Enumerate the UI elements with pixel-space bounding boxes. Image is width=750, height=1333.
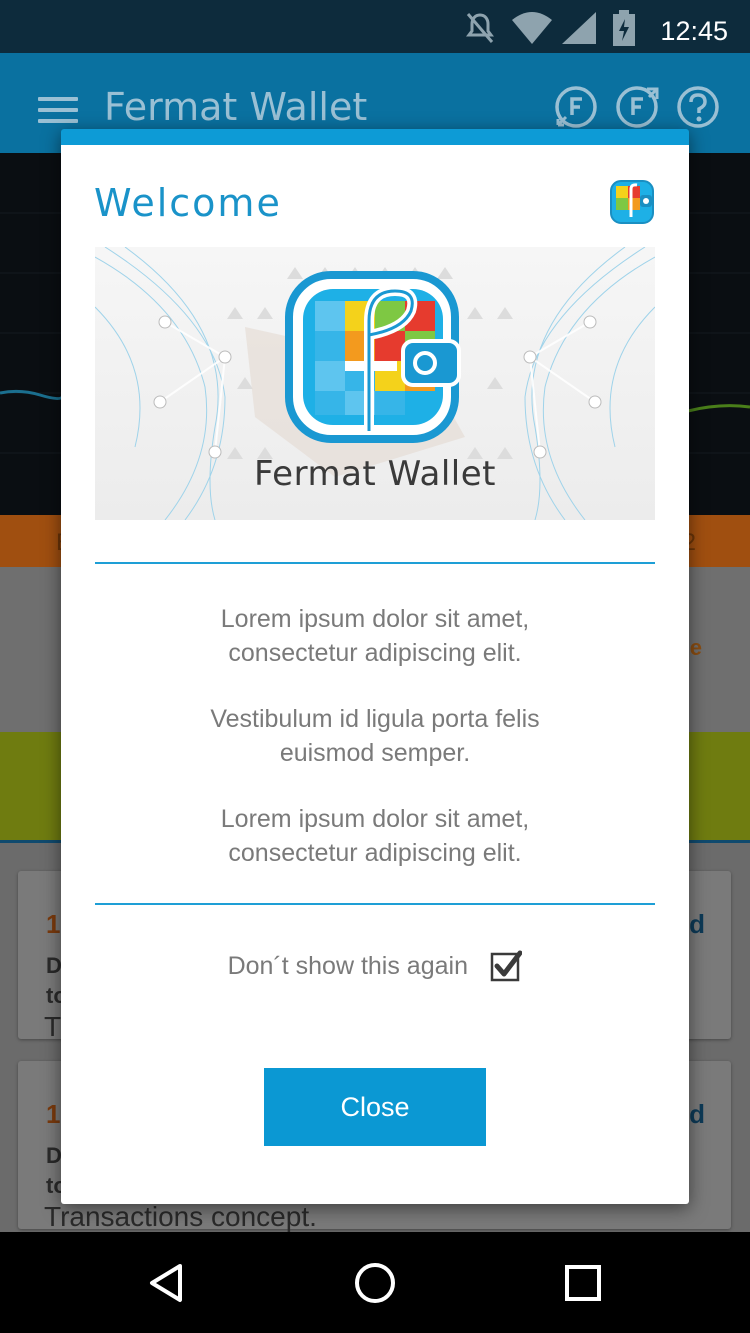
fermat-wallet-logo-icon: [610, 180, 654, 224]
close-button[interactable]: Close: [264, 1068, 486, 1146]
wifi-icon: [512, 12, 552, 44]
paragraph-line: Lorem ipsum dolor sit amet,: [220, 605, 530, 633]
paragraph-line: Lorem ipsum dolor sit amet,: [220, 805, 530, 833]
fermat-exchange-icon[interactable]: [615, 85, 659, 129]
welcome-paragraph-2: Vestibulum id ligula porta felis euismod…: [95, 702, 655, 770]
back-icon[interactable]: [144, 1260, 190, 1306]
mute-icon: [466, 13, 494, 43]
paragraph-line: Vestibulum id ligula porta felis: [210, 705, 540, 733]
dont-show-again-row[interactable]: Don´t show this again: [61, 950, 689, 990]
welcome-banner: Fermat Wallet: [95, 247, 655, 520]
welcome-dialog: Welcome Fermat Wallet Lorem ipsum dolor …: [61, 129, 689, 1204]
card-line1: D: [46, 1143, 62, 1168]
banner-brand-name: Fermat Wallet: [253, 454, 496, 494]
fermat-wallet-big-logo-icon: [285, 271, 461, 443]
paragraph-line: consectetur adipiscing elit.: [228, 839, 522, 867]
app-title: Fermat Wallet: [104, 85, 368, 129]
home-icon[interactable]: [352, 1260, 398, 1306]
card-status: d: [689, 909, 705, 939]
paragraph-line: euismod semper.: [279, 739, 471, 767]
welcome-paragraph-1: Lorem ipsum dolor sit amet, consectetur …: [95, 602, 655, 670]
top-divider: [95, 562, 655, 564]
paragraph-line: consectetur adipiscing elit.: [228, 639, 522, 667]
bottom-divider: [95, 903, 655, 905]
signal-icon: [562, 12, 596, 44]
card-status: d: [689, 1099, 705, 1129]
clock: 12:45: [660, 16, 728, 46]
system-nav-bar: [0, 1232, 750, 1333]
card-amount: 1: [46, 1099, 61, 1129]
menu-icon[interactable]: [38, 97, 78, 123]
dont-show-again-checkbox[interactable]: [490, 950, 523, 982]
status-bar: 12:45: [0, 0, 750, 53]
card-line3: T: [44, 1011, 62, 1042]
dialog-title: Welcome: [94, 181, 282, 225]
card-line1: D: [46, 953, 62, 978]
recents-icon[interactable]: [560, 1260, 606, 1306]
welcome-paragraph-3: Lorem ipsum dolor sit amet, consectetur …: [95, 802, 655, 870]
card-amount: 1: [46, 909, 61, 939]
card-line3: Transactions concept.: [44, 1201, 317, 1232]
battery-icon: [613, 10, 635, 46]
send-receive-icon[interactable]: [554, 85, 598, 129]
dont-show-again-label: Don´t show this again: [227, 951, 468, 980]
summary-peek-text: e: [689, 635, 702, 660]
help-icon[interactable]: [676, 85, 720, 129]
